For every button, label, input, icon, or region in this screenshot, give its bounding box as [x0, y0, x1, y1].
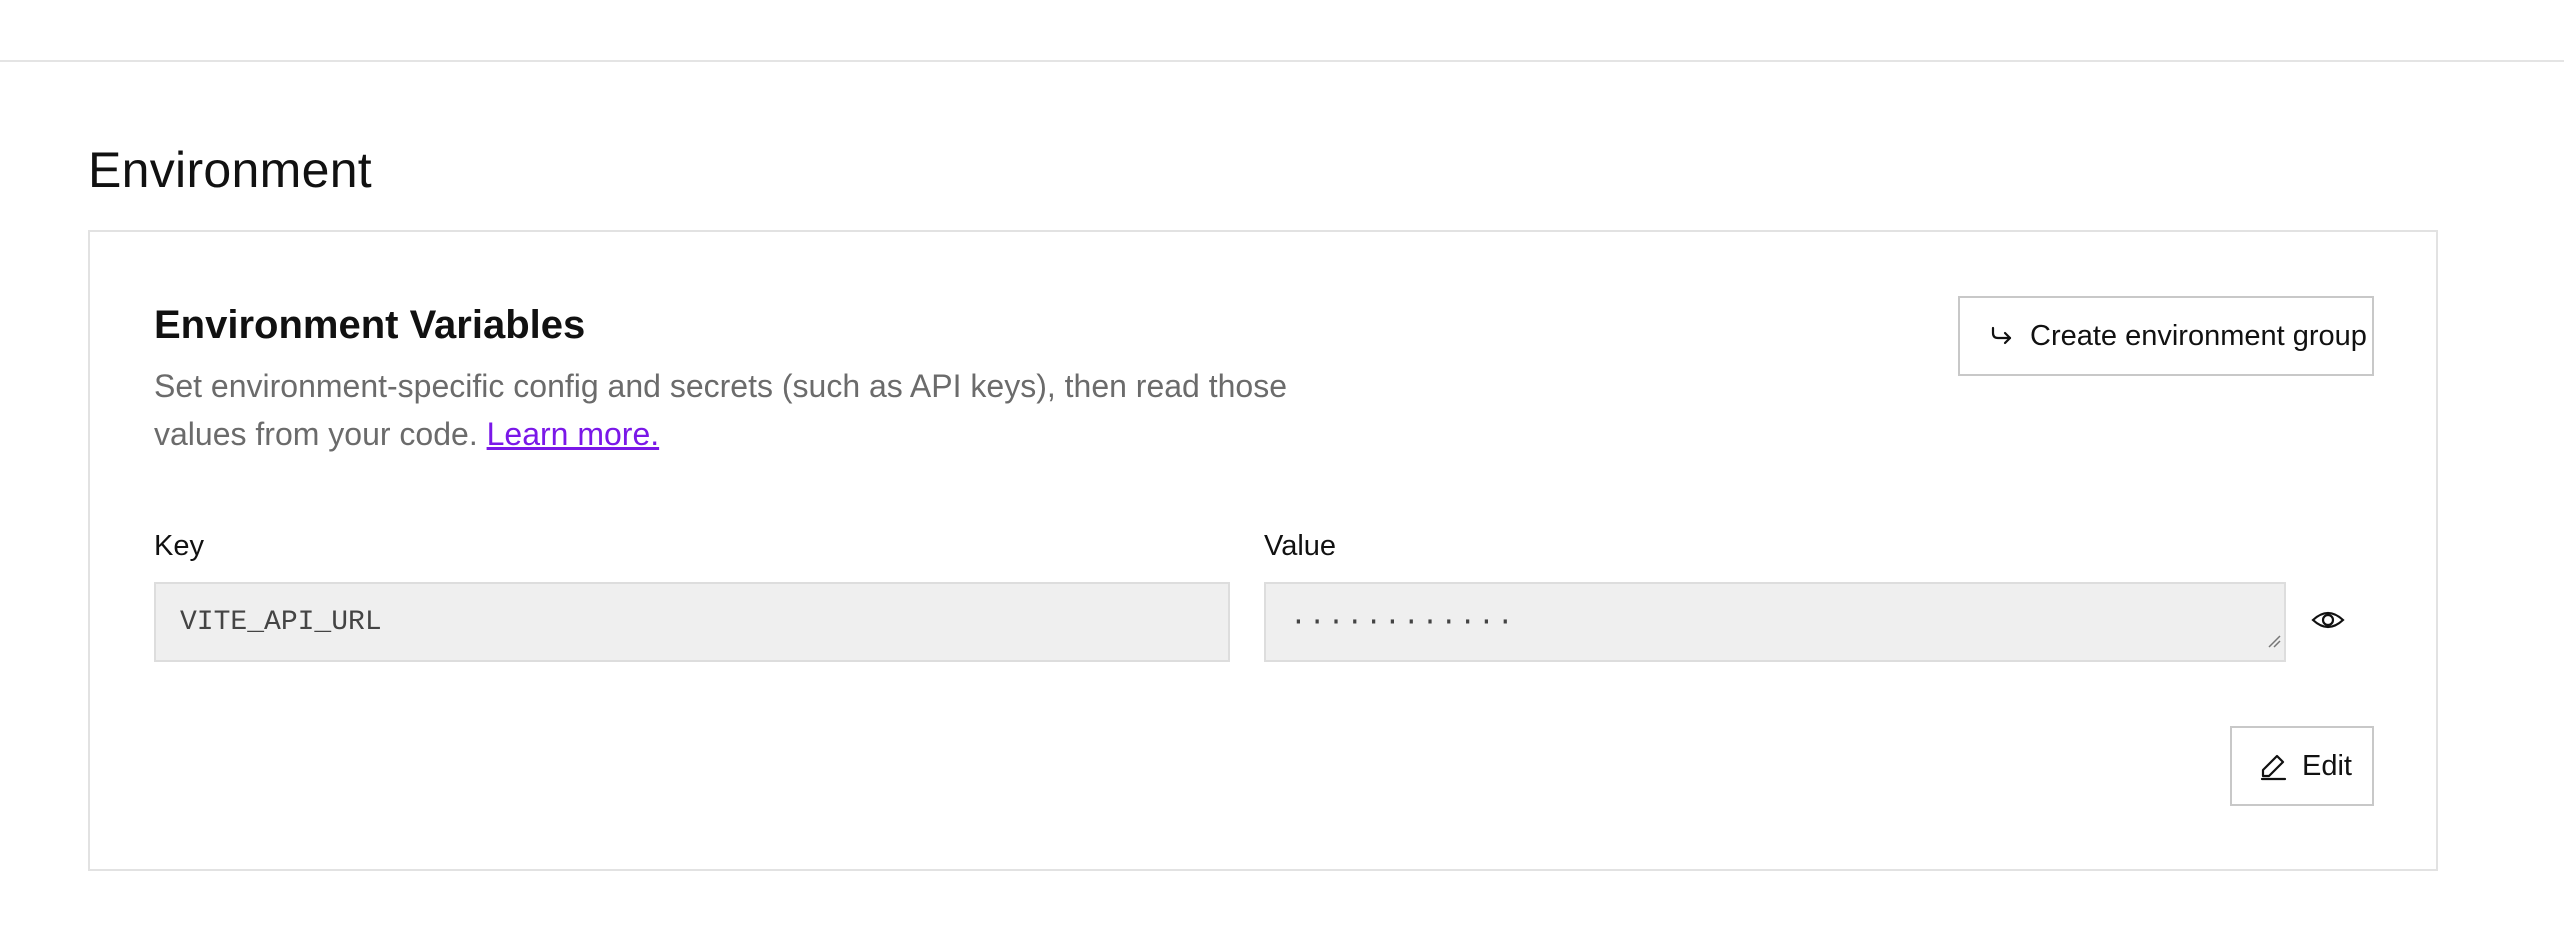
key-input[interactable]: VITE_API_URL	[154, 582, 1230, 662]
resize-handle-icon[interactable]	[2265, 626, 2281, 657]
reveal-value-button[interactable]	[2310, 604, 2346, 640]
top-bar	[0, 0, 2564, 62]
section-title: Environment	[88, 142, 372, 198]
create-environment-group-button[interactable]: Create environment group	[1958, 296, 2374, 376]
redirect-arrow-icon	[1988, 322, 2016, 350]
environment-variables-card: Environment Variables Set environment-sp…	[88, 230, 2438, 871]
card-title: Environment Variables	[154, 303, 586, 347]
edit-button[interactable]: Edit	[2230, 726, 2374, 806]
edit-label: Edit	[2302, 749, 2352, 782]
description-text: Set environment-specific config and secr…	[154, 368, 1288, 452]
value-input-masked: ············	[1290, 606, 1516, 638]
pencil-icon	[2258, 751, 2288, 781]
key-label: Key	[154, 530, 204, 562]
create-environment-group-label: Create environment group	[2030, 319, 2367, 352]
value-label: Value	[1264, 530, 1337, 562]
card-description: Set environment-specific config and secr…	[154, 362, 1314, 458]
key-input-value: VITE_API_URL	[180, 606, 382, 638]
eye-icon	[2311, 608, 2345, 637]
value-textarea[interactable]: ············	[1264, 582, 2286, 662]
learn-more-link[interactable]: Learn more.	[487, 416, 660, 452]
